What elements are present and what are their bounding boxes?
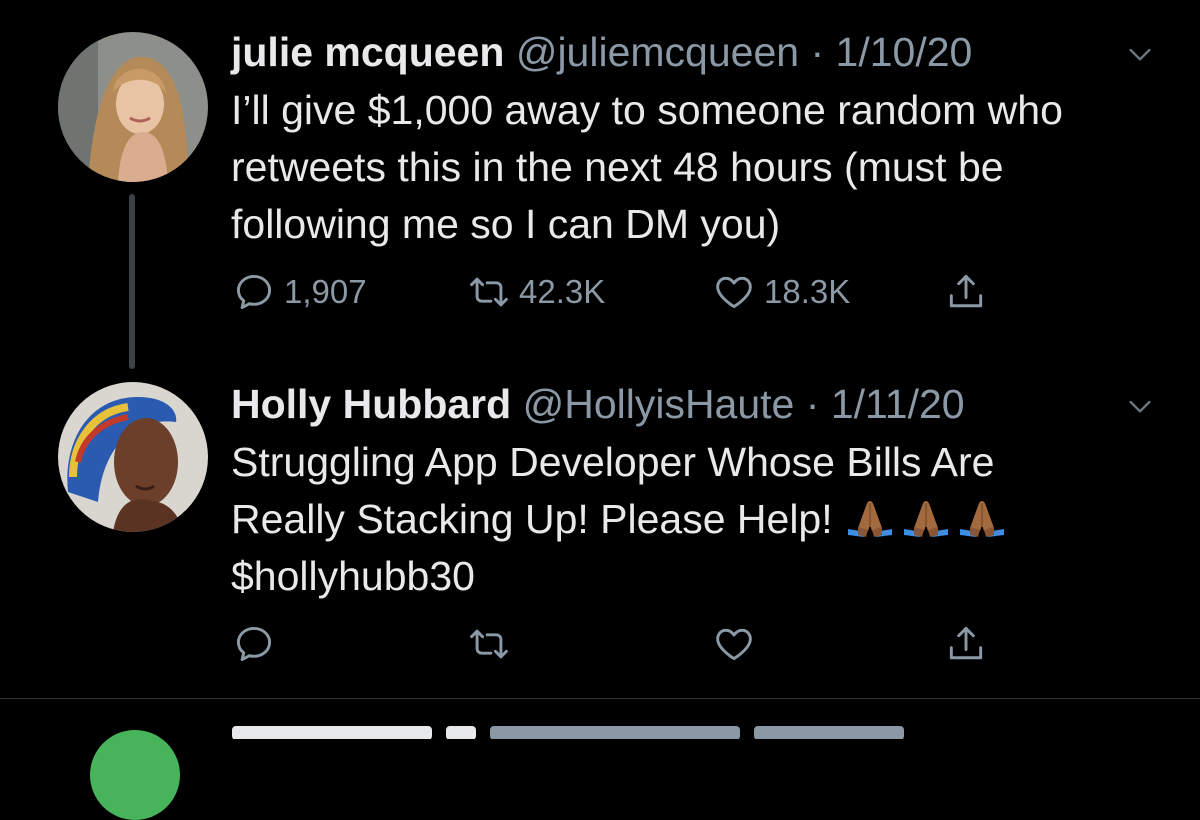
reply-button[interactable] bbox=[232, 622, 276, 666]
folded-hands-emoji bbox=[900, 499, 952, 539]
author-handle[interactable]: @juliemcqueen bbox=[516, 29, 799, 75]
like-icon bbox=[712, 270, 756, 314]
tweet-header: julie mcqueen @juliemcqueen · 1/10/20 bbox=[231, 28, 1140, 76]
avatar[interactable] bbox=[58, 32, 208, 182]
avatar[interactable] bbox=[90, 730, 180, 820]
retweet-icon bbox=[467, 622, 511, 666]
tweet-text-line-2: Really Stacking Up! Please Help! bbox=[231, 496, 833, 542]
next-tweet-header-partial bbox=[232, 726, 918, 739]
like-count: 18.3K bbox=[764, 273, 851, 310]
share-icon bbox=[944, 622, 988, 666]
folded-hands-emoji bbox=[956, 499, 1008, 539]
like-icon bbox=[712, 622, 756, 666]
share-button[interactable] bbox=[944, 622, 988, 666]
tweet-header: Holly Hubbard @HollyisHaute · 1/11/20 bbox=[231, 380, 1140, 428]
reply-count: 1,907 bbox=[284, 273, 367, 310]
avatar-photo bbox=[58, 32, 208, 182]
tweet-content: julie mcqueen @juliemcqueen · 1/10/20 I’… bbox=[231, 28, 1140, 253]
retweet-button[interactable]: 42.3K bbox=[467, 270, 605, 314]
folded-hands-emoji bbox=[844, 499, 896, 539]
cashtag-link[interactable]: $hollyhubb30 bbox=[231, 553, 475, 599]
tweet-actions: 1,907 42.3K 18.3K bbox=[232, 270, 1012, 320]
tweet-julie[interactable]: julie mcqueen @juliemcqueen · 1/10/20 I’… bbox=[0, 0, 1200, 369]
retweet-button[interactable] bbox=[467, 622, 511, 666]
chevron-down-icon[interactable] bbox=[1124, 390, 1156, 422]
retweet-icon bbox=[467, 270, 511, 314]
separator-dot: · bbox=[805, 381, 820, 427]
thread-connector-line bbox=[129, 194, 135, 369]
like-button[interactable] bbox=[712, 622, 756, 666]
tweet-text-line-1: Struggling App Developer Whose Bills Are bbox=[231, 439, 995, 485]
avatar[interactable] bbox=[58, 382, 208, 532]
tweet-text: Struggling App Developer Whose Bills Are… bbox=[231, 434, 1140, 605]
share-icon bbox=[944, 270, 988, 314]
tweet-date[interactable]: 1/10/20 bbox=[836, 29, 973, 75]
separator-dot: · bbox=[810, 29, 825, 75]
tweet-holly[interactable]: Holly Hubbard @HollyisHaute · 1/11/20 St… bbox=[0, 360, 1200, 698]
like-button[interactable]: 18.3K bbox=[712, 270, 850, 314]
author-name[interactable]: julie mcqueen bbox=[231, 29, 504, 75]
reply-icon bbox=[232, 270, 276, 314]
text-fragment bbox=[754, 726, 904, 739]
tweet-date[interactable]: 1/11/20 bbox=[831, 381, 965, 427]
reply-button[interactable]: 1,907 bbox=[232, 270, 367, 314]
tweet-actions bbox=[232, 622, 1012, 672]
author-handle[interactable]: @HollyisHaute bbox=[523, 381, 795, 427]
author-name[interactable]: Holly Hubbard bbox=[231, 381, 511, 427]
share-button[interactable] bbox=[944, 270, 988, 314]
text-fragment bbox=[446, 726, 476, 739]
retweet-count: 42.3K bbox=[519, 273, 606, 310]
tweet-content: Holly Hubbard @HollyisHaute · 1/11/20 St… bbox=[231, 380, 1140, 605]
avatar-photo bbox=[58, 382, 208, 532]
chevron-down-icon[interactable] bbox=[1124, 38, 1156, 70]
tweet-text: I’ll give $1,000 away to someone random … bbox=[231, 87, 1063, 247]
reply-icon bbox=[232, 622, 276, 666]
text-fragment bbox=[232, 726, 432, 739]
text-fragment bbox=[490, 726, 740, 739]
tweet-divider bbox=[0, 698, 1200, 699]
